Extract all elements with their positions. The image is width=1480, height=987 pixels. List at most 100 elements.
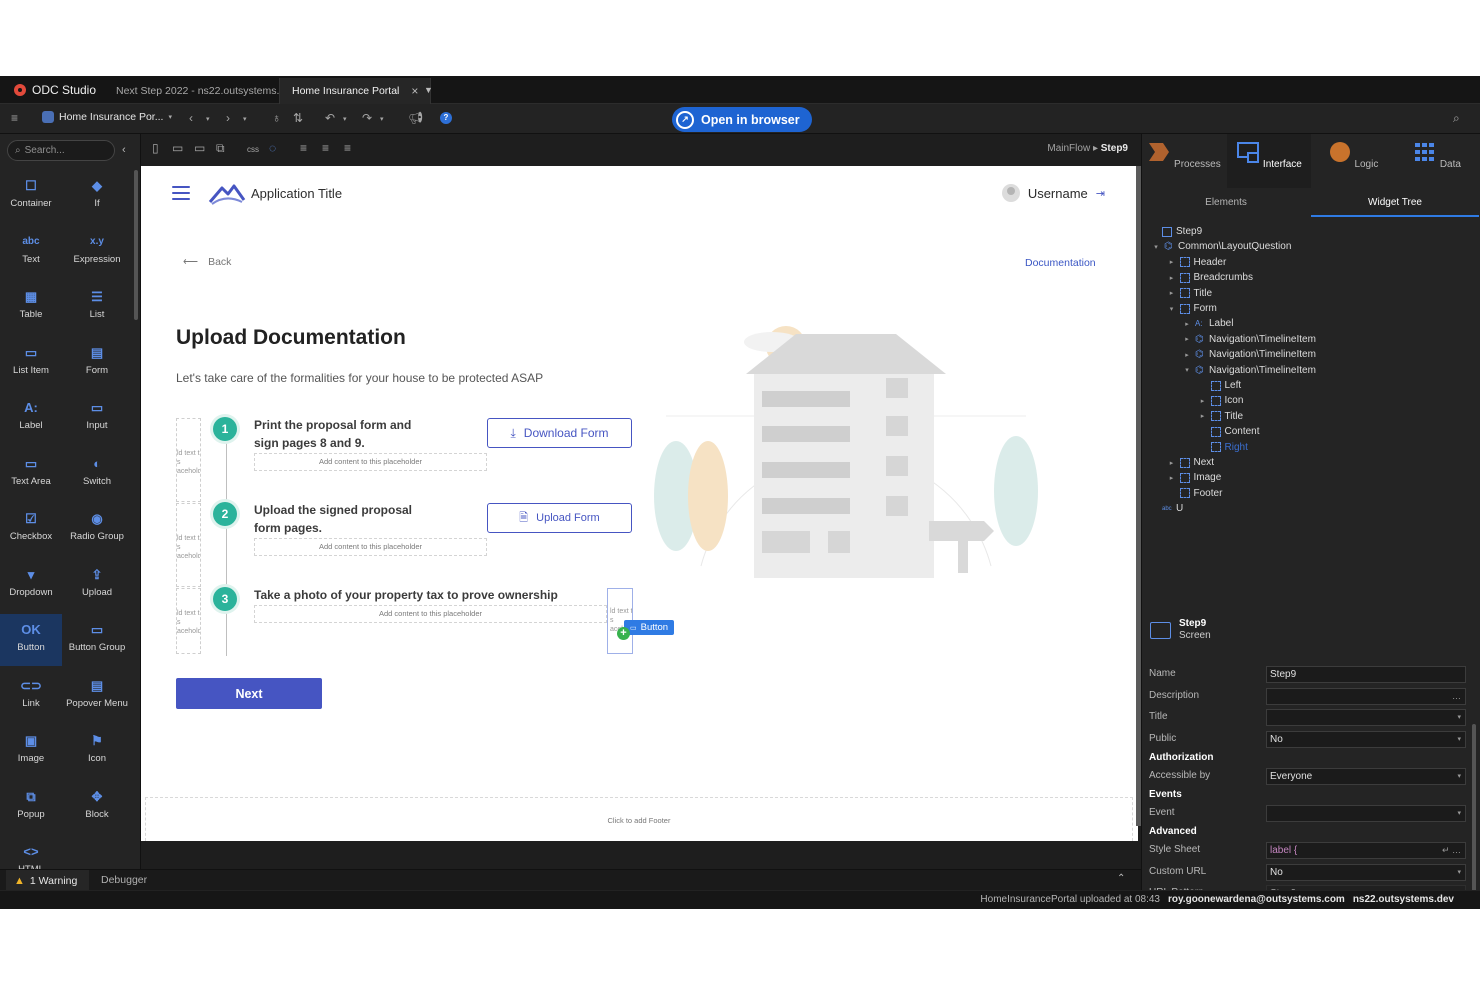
tree-node[interactable]: ▸ Next [1168, 455, 1214, 470]
toolbox-item-icon[interactable]: ⚑ Icon [66, 725, 128, 777]
expanded-arrow-icon[interactable]: ▾ [1152, 243, 1160, 251]
toolbox-item-list[interactable]: ☰ List [66, 281, 128, 333]
download-form-button[interactable]: ⤓ Download Form [487, 418, 632, 448]
phone-preview-icon[interactable]: ▯ [152, 142, 159, 154]
tree-node[interactable]: ▾ Form [1168, 301, 1217, 316]
debugger-tab[interactable]: Debugger [101, 874, 147, 886]
toolbox-item-switch[interactable]: ◐ Switch [66, 448, 128, 500]
avatar[interactable] [1001, 184, 1020, 202]
collapsed-arrow-icon[interactable]: ▸ [1168, 274, 1176, 282]
property-custom-url-field[interactable]: No ▾ [1266, 864, 1466, 881]
more-options-icon[interactable]: ↵ … [1442, 843, 1461, 858]
tree-node[interactable]: Right [1199, 440, 1248, 455]
tab-logic[interactable]: Logic [1311, 134, 1395, 188]
search-icon[interactable]: ⌕ [1453, 112, 1460, 124]
toolbox-item-label[interactable]: A: Label [0, 392, 62, 444]
collapsed-arrow-icon[interactable]: ▸ [1168, 289, 1176, 297]
lightbulb-icon[interactable]: ♁ [272, 112, 281, 124]
hamburger-menu-icon[interactable] [172, 186, 190, 200]
expanded-arrow-icon[interactable]: ▾ [1168, 305, 1176, 313]
toolbox-item-html[interactable]: <>HTML [0, 836, 62, 869]
property-title-field[interactable]: ▾ [1266, 709, 1466, 726]
toolbox-item-input[interactable]: ▭ Input [66, 392, 128, 444]
content-placeholder[interactable]: Add content to this placeholder [254, 453, 487, 471]
tree-node[interactable]: ▸ Image [1168, 470, 1222, 485]
chevron-down-icon[interactable]: ▾ [380, 114, 384, 126]
tree-node[interactable]: Step9 [1150, 224, 1202, 239]
toolbox-scrollbar[interactable] [134, 170, 138, 320]
property-public-field[interactable]: No ▾ [1266, 731, 1466, 748]
toolbox-item-popover-menu[interactable]: ▤ Popover Menu [66, 670, 128, 722]
tabs-dropdown-icon[interactable]: ▼ [424, 85, 433, 95]
next-button[interactable]: Next [176, 678, 322, 709]
collapsed-arrow-icon[interactable]: ▸ [1168, 459, 1176, 467]
tree-node[interactable]: ▸ Title [1199, 409, 1243, 424]
toolbox-item-link[interactable]: ⊂⊃ Link [0, 670, 62, 722]
left-placeholder-stub[interactable]: ld text t s acehold [176, 418, 201, 502]
tablet-preview-icon[interactable]: ▭ [172, 142, 183, 154]
multi-screen-icon[interactable]: ⧉ [216, 142, 225, 154]
tab-next-step[interactable]: Next Step 2022 - ns22.outsystems.... [104, 78, 300, 104]
theme-icon[interactable]: ◌ [269, 142, 276, 154]
breadcrumb-flow[interactable]: MainFlow [1047, 143, 1090, 154]
tree-node[interactable]: ▸ Header [1168, 255, 1227, 270]
toolbox-item-dropdown[interactable]: ▾ Dropdown [0, 559, 62, 611]
tab-processes[interactable]: Processes [1142, 134, 1226, 188]
toolbox-item-checkbox[interactable]: ☑ Checkbox [0, 503, 62, 555]
open-in-browser-button[interactable]: ↗ Open in browser [672, 107, 812, 132]
collapse-toolbox-icon[interactable]: ‹ [122, 144, 126, 156]
toolbox-item-table[interactable]: ▦ Table [0, 281, 62, 333]
toolbox-item-image[interactable]: ▣ Image [0, 725, 62, 777]
logout-icon[interactable]: ⇥ [1096, 187, 1105, 200]
toolbox-item-popup[interactable]: ⧉ Popup [0, 781, 62, 833]
footer-placeholder[interactable]: Click to add Footer [145, 797, 1133, 841]
tab-elements[interactable]: Elements [1142, 189, 1310, 217]
tree-node[interactable]: ▾ ⌬ Common\LayoutQuestion [1152, 239, 1291, 254]
app-selector[interactable]: Home Insurance Por... ▾ [42, 111, 172, 123]
property-style-sheet-field[interactable]: label {↵ … [1266, 842, 1466, 859]
property-event-field[interactable]: ▾ [1266, 805, 1466, 822]
toolbox-item-text[interactable]: abc Text [0, 226, 62, 278]
chevron-up-icon[interactable]: ⌃ [1117, 873, 1125, 884]
toolbox-item-container[interactable]: ☐ Container [0, 170, 62, 222]
collapsed-arrow-icon[interactable]: ▸ [1183, 351, 1191, 359]
property-accessible-by-field[interactable]: Everyone ▾ [1266, 768, 1466, 785]
back-nav-icon[interactable]: ‹ [189, 112, 193, 124]
toolbox-item-block[interactable]: ✥ Block [66, 781, 128, 833]
collapsed-arrow-icon[interactable]: ▸ [1168, 258, 1176, 266]
chevron-down-icon[interactable]: ▾ [243, 114, 247, 126]
desktop-preview-icon[interactable]: ▭ [194, 142, 205, 154]
collapsed-arrow-icon[interactable]: ▸ [1168, 474, 1176, 482]
properties-scrollbar[interactable] [1472, 724, 1476, 904]
collapsed-arrow-icon[interactable]: ▸ [1183, 320, 1191, 328]
collapsed-arrow-icon[interactable]: ▸ [1183, 335, 1191, 343]
toolbox-item-button-group[interactable]: ▭ Button Group [66, 614, 128, 666]
toolbox-item-upload[interactable]: ⇪ Upload [66, 559, 128, 611]
toolbox-item-list-item[interactable]: ▭ List Item [0, 337, 62, 389]
collapsed-arrow-icon[interactable]: ▸ [1199, 397, 1207, 405]
warnings-tab[interactable]: ▲ 1 Warning [6, 870, 90, 891]
username[interactable]: Username [1028, 186, 1088, 201]
content-placeholder[interactable]: Add content to this placeholder [254, 605, 607, 623]
tree-node[interactable]: Left [1199, 378, 1241, 393]
align-right-icon[interactable]: ≡ [344, 142, 351, 154]
tab-home-insurance-portal[interactable]: Home Insurance Portal × [279, 78, 432, 104]
forward-nav-icon[interactable]: › [226, 112, 230, 124]
tree-node[interactable]: ▾ ⌬ Navigation\TimelineItem [1183, 363, 1316, 378]
help-icon[interactable]: ? [440, 112, 452, 124]
tree-node[interactable]: abc U [1150, 501, 1183, 516]
megaphone-icon[interactable]: 📢︎ [408, 112, 423, 124]
property-description-field[interactable]: … [1266, 688, 1466, 705]
toolbox-item-expression[interactable]: x.y Expression [66, 226, 128, 278]
more-options-icon[interactable]: … [1452, 689, 1461, 704]
toolbox-item-if[interactable]: ◆ If [66, 170, 128, 222]
tab-widget-tree[interactable]: Widget Tree [1311, 189, 1479, 217]
tree-node[interactable]: ▸ ⌬ Navigation\TimelineItem [1183, 347, 1316, 362]
chevron-down-icon[interactable]: ▾ [343, 114, 347, 126]
left-placeholder-stub[interactable]: ld text t s acehold [176, 503, 201, 587]
collapsed-arrow-icon[interactable]: ▸ [1199, 412, 1207, 420]
redo-icon[interactable]: ↷ [362, 112, 372, 124]
tree-node[interactable]: Content [1199, 424, 1260, 439]
left-placeholder-stub[interactable]: ld text t s acehold [176, 588, 201, 654]
toolbox-item-button[interactable]: OK Button [0, 614, 62, 666]
